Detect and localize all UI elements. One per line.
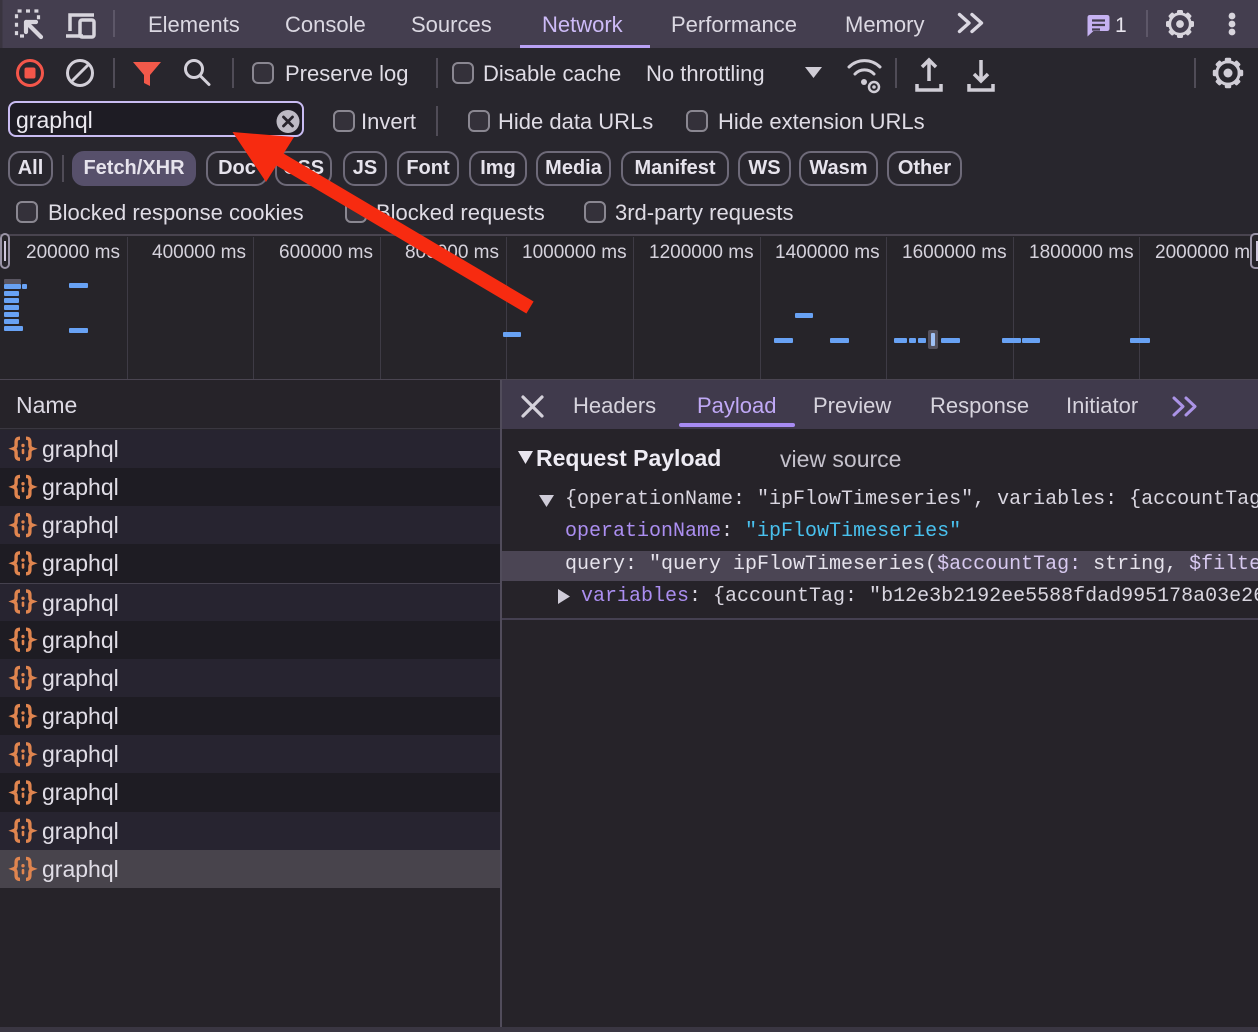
- svg-text:1: 1: [1115, 14, 1127, 37]
